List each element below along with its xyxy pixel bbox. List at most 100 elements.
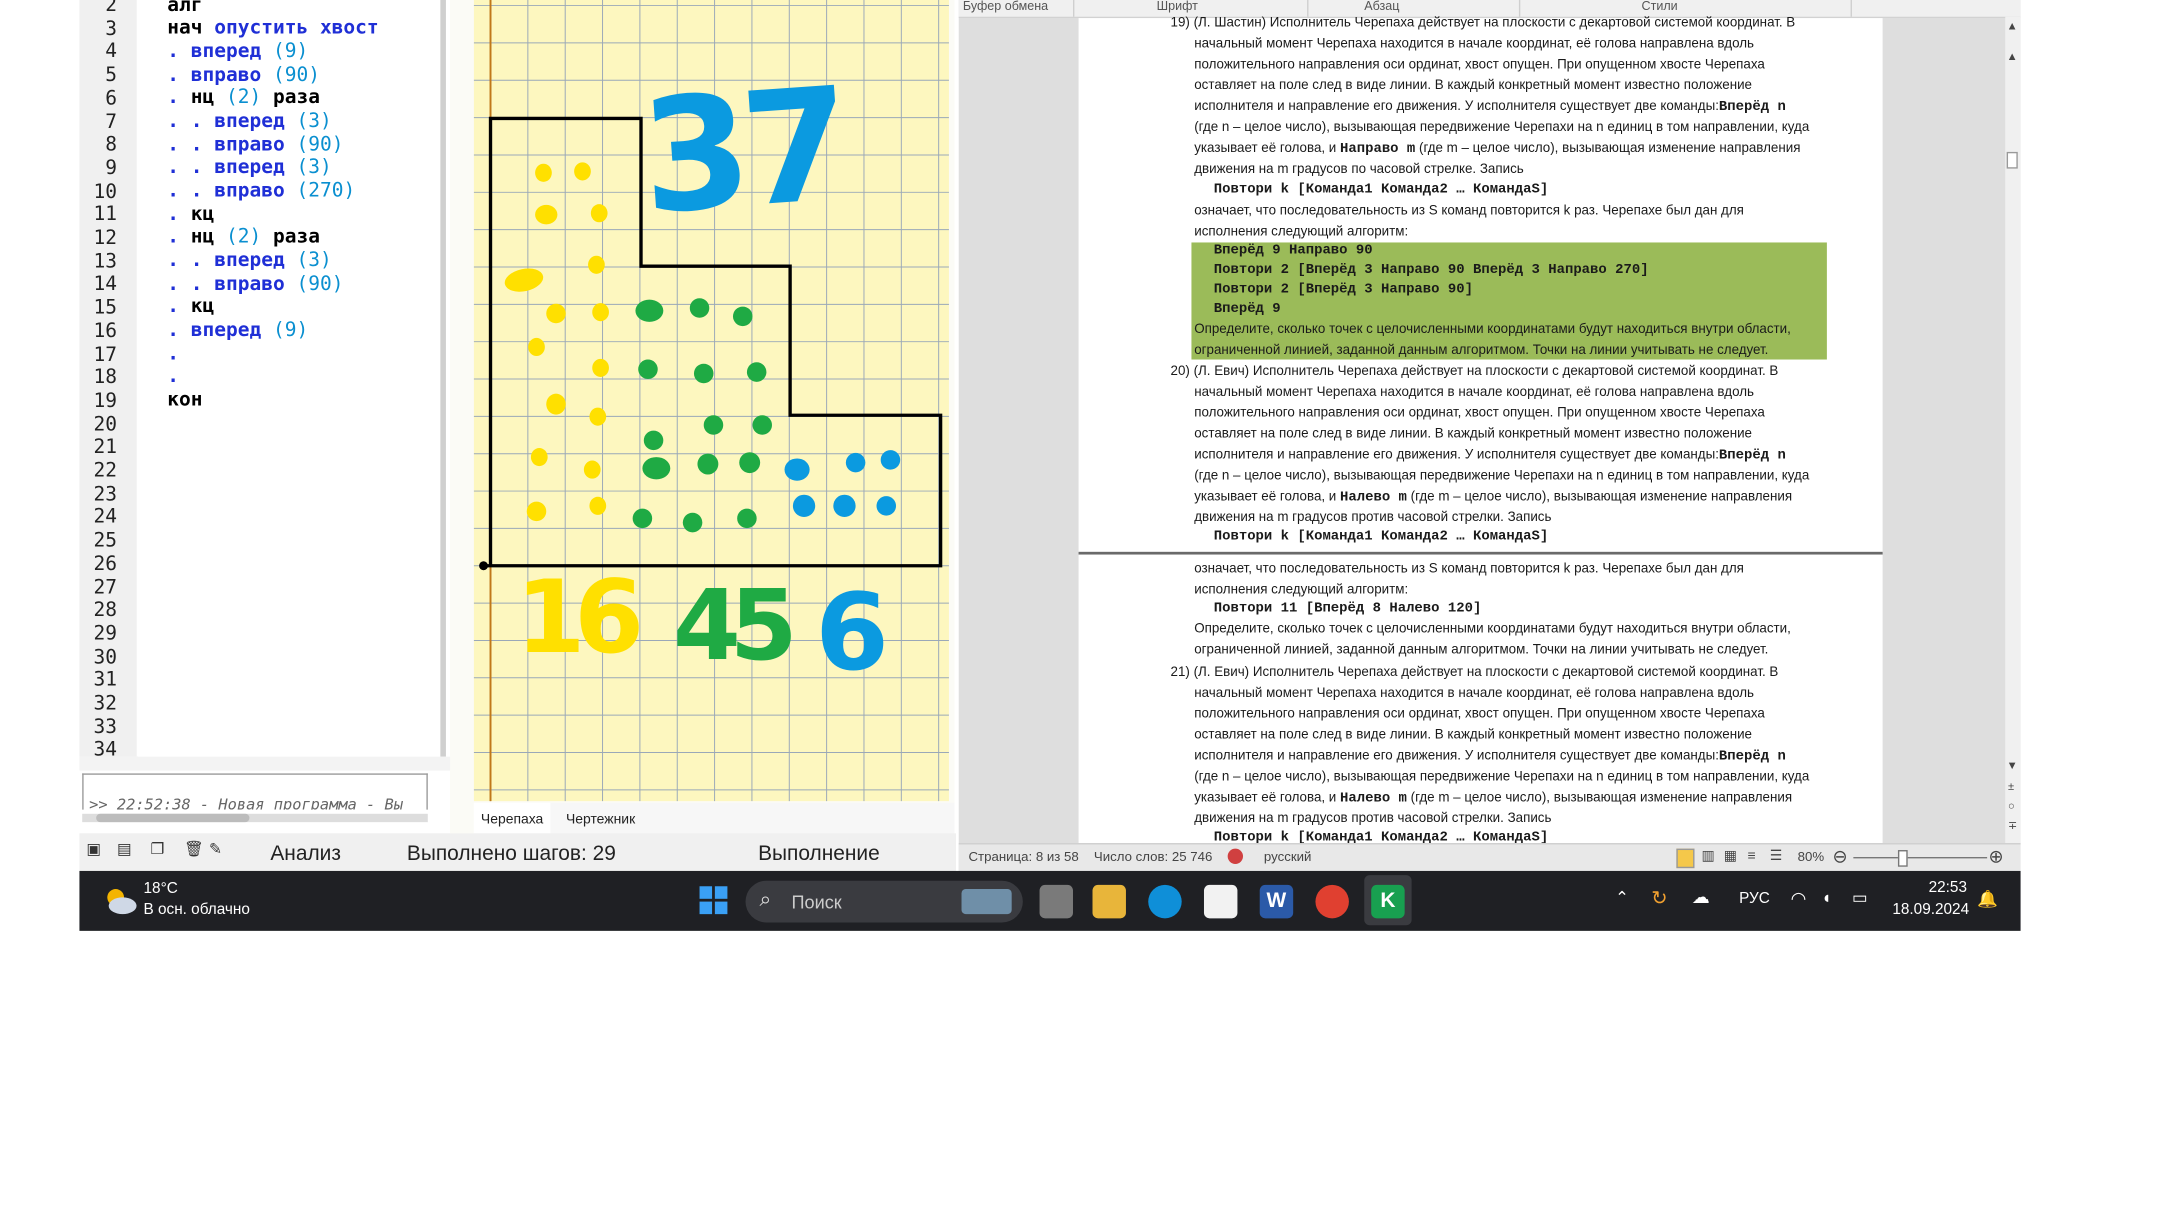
- web-layout-icon[interactable]: ▦: [1724, 849, 1737, 864]
- editor-horizontal-scrollbar[interactable]: [79, 756, 451, 771]
- line-number: 33: [93, 715, 118, 739]
- line-number: 20: [93, 413, 118, 436]
- code-line-5: . вправо (90): [167, 64, 320, 87]
- message-scrollbar[interactable]: [82, 813, 428, 823]
- language-indicator[interactable]: РУС: [1739, 890, 1770, 907]
- message-scroll-thumb[interactable]: [96, 813, 250, 823]
- print-layout-icon[interactable]: [1676, 848, 1695, 869]
- steps-count: Выполнено шагов: 29: [406, 841, 616, 866]
- line-number: 22: [93, 459, 118, 483]
- chevron-up-icon[interactable]: ⌃: [1615, 888, 1629, 908]
- store-icon[interactable]: [1203, 884, 1238, 919]
- chrome-icon[interactable]: [1315, 884, 1349, 919]
- clock-time[interactable]: 22:53: [1929, 879, 1967, 896]
- ribbon-group-clipboard[interactable]: Буфер обмена: [963, 0, 1048, 13]
- taskbar-search[interactable]: ⌕ Поиск: [745, 880, 1023, 923]
- code-editor[interactable]: алг нач опустить хвост . вперед (9) . вп…: [136, 0, 446, 757]
- weather-description[interactable]: В осн. облачно: [144, 902, 250, 919]
- tab-turtle[interactable]: Черепаха: [473, 802, 551, 834]
- yellow-dot: [535, 163, 552, 182]
- console-icon[interactable]: ▣: [86, 842, 103, 858]
- reading-layout-icon[interactable]: ▥: [1701, 849, 1714, 864]
- doc-code-line: Повтори k [Команда1 Команда2 … КомандаS]: [1213, 182, 1549, 198]
- doc-code-line: Повтори 11 [Вперёд 8 Налево 120]: [1213, 601, 1482, 618]
- trash-icon[interactable]: 🗑: [184, 842, 203, 858]
- windows-start-icon[interactable]: [698, 885, 729, 916]
- yellow-dot: [574, 162, 591, 181]
- blue-dot: [845, 452, 866, 473]
- doc-line: положительного направления оси ординат, …: [1194, 706, 1765, 722]
- line-number: 23: [93, 483, 118, 506]
- word-vertical-scrollbar[interactable]: ▲ ▲ ▼ ± ○ ∓: [2005, 16, 2021, 844]
- pencil-icon[interactable]: ✎: [209, 842, 226, 858]
- code-line-7: . . вперед (3): [167, 110, 332, 133]
- print-icon[interactable]: ▤: [117, 842, 134, 858]
- green-dot: [739, 452, 761, 474]
- next-page-icon[interactable]: ∓: [2008, 819, 2017, 832]
- line-number: 32: [93, 692, 118, 715]
- edge-icon[interactable]: [1148, 884, 1182, 919]
- scroll-down-icon[interactable]: ▼: [2007, 759, 2018, 772]
- doc-line: исполнителя и направление его движения. …: [1194, 447, 1786, 465]
- browse-object-icon[interactable]: ○: [2008, 800, 2015, 813]
- line-number: 11: [93, 203, 118, 227]
- volume-icon[interactable]: ◖: [1821, 888, 1831, 908]
- ribbon-group-styles[interactable]: Стили: [1642, 0, 1678, 13]
- scroll-up-icon[interactable]: ▲: [2007, 20, 2018, 33]
- line-number: 15: [93, 296, 118, 320]
- line-number: 29: [93, 622, 118, 646]
- scroll-up-icon[interactable]: ▲: [2007, 50, 2018, 63]
- turtle-canvas[interactable]: 37 16 45 6: [473, 0, 949, 802]
- task-view-icon[interactable]: [1039, 884, 1073, 919]
- line-number: 18: [93, 366, 118, 390]
- clock-date[interactable]: 18.09.2024: [1892, 902, 1969, 919]
- yellow-dot: [528, 337, 545, 357]
- zoom-in-icon[interactable]: ⊕: [1989, 847, 2004, 865]
- ribbon-group-font[interactable]: Шрифт: [1157, 0, 1198, 13]
- tab-drafter[interactable]: Чертежник: [557, 803, 643, 834]
- line-number: 3: [105, 17, 118, 40]
- language-indicator[interactable]: русский: [1264, 850, 1312, 865]
- weather-temp[interactable]: 18°C: [144, 881, 178, 898]
- zoom-slider-thumb[interactable]: [1897, 850, 1908, 867]
- handwritten-16: 16: [516, 559, 640, 676]
- spellcheck-icon[interactable]: [1227, 848, 1244, 864]
- code-line-14: . . вправо (90): [167, 273, 344, 296]
- green-dot: [638, 359, 658, 380]
- sync-icon[interactable]: ↻: [1651, 886, 1667, 910]
- battery-icon[interactable]: ▭: [1852, 888, 1868, 908]
- doc-line: начальный момент Черепаха находится в на…: [1194, 36, 1755, 52]
- word-count[interactable]: Число слов: 25 746: [1094, 850, 1212, 865]
- word-app-icon[interactable]: W: [1259, 884, 1294, 919]
- zoom-slider[interactable]: [1853, 857, 1988, 859]
- outline-icon[interactable]: ≡: [1747, 849, 1755, 864]
- prev-page-icon[interactable]: ±: [2008, 780, 2014, 793]
- draft-icon[interactable]: ☰: [1770, 849, 1782, 864]
- canvas-tab-bar: Черепаха Чертежник: [473, 802, 955, 834]
- copy-icon[interactable]: ❐: [150, 842, 167, 858]
- weather-icon[interactable]: [102, 883, 138, 916]
- yellow-dot: [546, 393, 566, 415]
- zoom-out-icon[interactable]: ⊖: [1832, 847, 1847, 865]
- notification-bell-icon[interactable]: 🔔: [1977, 889, 1998, 909]
- file-explorer-icon[interactable]: [1092, 884, 1126, 919]
- kumir-app-icon[interactable]: K: [1371, 884, 1405, 919]
- doc-line: 20) (Л. Евич) Исполнитель Черепаха дейст…: [1170, 363, 1779, 380]
- page-indicator[interactable]: Страница: 8 из 58: [968, 850, 1078, 865]
- code-line-16: . вперед (9): [167, 319, 309, 342]
- line-number: 9: [105, 157, 118, 180]
- zoom-level[interactable]: 80%: [1798, 850, 1824, 865]
- scroll-thumb[interactable]: [2006, 151, 2018, 169]
- doc-line: положительного направления оси ординат, …: [1194, 57, 1765, 73]
- line-number: 7: [105, 110, 118, 134]
- ribbon-group-paragraph[interactable]: Абзац: [1364, 0, 1399, 13]
- green-dot: [643, 430, 664, 451]
- code-line-17: .: [167, 342, 179, 366]
- line-number: 4: [105, 40, 118, 64]
- code-line-18: .: [167, 365, 179, 388]
- code-line-19: кон: [167, 388, 203, 412]
- line-number: 26: [93, 552, 118, 576]
- wifi-icon[interactable]: ◠: [1791, 888, 1807, 910]
- line-number-gutter: 2 3 4 5 6 7 8 9 10 11 12 13 14 15 16 17 18 19 20 21 22 23 24 25…: [79, 0, 138, 761]
- onedrive-icon[interactable]: ☁: [1692, 886, 1710, 908]
